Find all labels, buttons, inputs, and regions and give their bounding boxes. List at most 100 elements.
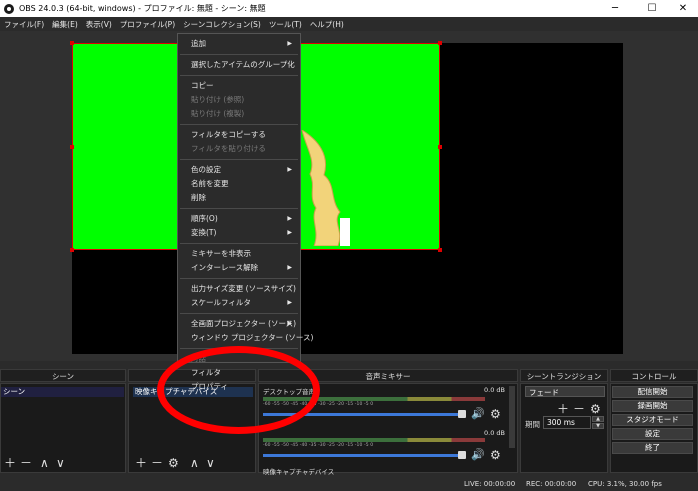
menu-separator bbox=[180, 243, 298, 244]
menu-file[interactable]: ファイル(F) bbox=[0, 19, 48, 30]
studio-mode-button[interactable]: スタジオモード bbox=[612, 414, 693, 426]
submenu-arrow-icon: ▶ bbox=[287, 40, 292, 47]
menu-profile[interactable]: プロファイル(P) bbox=[116, 19, 179, 30]
scene-list-item[interactable]: シーン bbox=[1, 387, 124, 397]
remove-source-button[interactable]: － bbox=[151, 457, 163, 469]
context-menu-item[interactable]: ミキサーを非表示 bbox=[178, 247, 300, 261]
context-menu-item[interactable]: インターレース解除 ▶ bbox=[178, 261, 300, 275]
speaker-icon[interactable]: 🔊 bbox=[471, 408, 485, 420]
controls-dock-title: コントロール bbox=[610, 369, 698, 382]
mixer-track-name: 映像キャプチャデバイス bbox=[263, 468, 335, 476]
resize-handle[interactable] bbox=[438, 41, 442, 45]
title-bar: OBS 24.0.3 (64-bit, windows) - プロファイル: 無… bbox=[0, 0, 698, 17]
context-menu-item[interactable]: ウィンドウ プロジェクター (ソース) bbox=[178, 331, 313, 345]
menu-separator bbox=[180, 54, 298, 55]
context-menu-item[interactable]: 選択したアイテムのグループ化 bbox=[178, 58, 300, 72]
menu-edit[interactable]: 編集(E) bbox=[48, 19, 82, 30]
resize-handle[interactable] bbox=[70, 145, 74, 149]
exit-button[interactable]: 終了 bbox=[612, 442, 693, 454]
context-menu-item[interactable]: コピー bbox=[178, 79, 300, 93]
context-menu-item[interactable]: 色の設定 ▶ bbox=[178, 163, 300, 177]
transition-select[interactable]: フェード bbox=[525, 386, 605, 397]
menu-separator bbox=[180, 159, 298, 160]
resize-handle[interactable] bbox=[438, 145, 442, 149]
menu-scene-collection[interactable]: シーンコレクション(S) bbox=[179, 19, 265, 30]
menu-view[interactable]: 表示(V) bbox=[82, 19, 116, 30]
move-down-icon[interactable]: ∨ bbox=[206, 457, 215, 469]
menu-separator bbox=[180, 208, 298, 209]
context-menu-item-label: スケールフィルタ bbox=[191, 298, 251, 307]
volume-meter bbox=[263, 438, 485, 442]
start-streaming-button[interactable]: 配信開始 bbox=[612, 386, 693, 398]
move-up-icon[interactable]: ∧ bbox=[190, 457, 199, 469]
remove-scene-button[interactable]: － bbox=[20, 457, 32, 469]
context-menu-item: 貼り付け (複製) bbox=[178, 107, 300, 121]
window-title: OBS 24.0.3 (64-bit, windows) - プロファイル: 無… bbox=[19, 4, 266, 13]
context-menu-item[interactable]: 変換(T) ▶ bbox=[178, 226, 300, 240]
context-menu-item[interactable]: スケールフィルタ ▶ bbox=[178, 296, 300, 310]
move-down-icon[interactable]: ∨ bbox=[56, 457, 65, 469]
add-scene-button[interactable]: ＋ bbox=[4, 457, 16, 469]
submenu-arrow-icon: ▶ bbox=[287, 320, 292, 327]
mixer-scrollbar[interactable] bbox=[509, 386, 515, 448]
add-transition-button[interactable]: ＋ bbox=[557, 403, 569, 415]
move-up-icon[interactable]: ∧ bbox=[40, 457, 49, 469]
menu-separator bbox=[180, 75, 298, 76]
menu-help[interactable]: ヘルプ(H) bbox=[306, 19, 348, 30]
volume-slider[interactable] bbox=[263, 454, 461, 457]
resize-handle[interactable] bbox=[438, 248, 442, 252]
context-menu-item-label: 貼り付け (参照) bbox=[191, 95, 245, 104]
context-menu-item[interactable]: 追加 ▶ bbox=[178, 37, 300, 51]
scenes-dock-title: シーン bbox=[0, 369, 126, 382]
context-menu-item-label: 追加 bbox=[191, 39, 206, 48]
volume-slider-knob[interactable] bbox=[458, 451, 466, 459]
add-source-button[interactable]: ＋ bbox=[135, 457, 147, 469]
context-menu-item-label: 選択したアイテムのグループ化 bbox=[191, 60, 295, 69]
submenu-arrow-icon: ▶ bbox=[287, 166, 292, 173]
menu-tools[interactable]: ツール(T) bbox=[265, 19, 306, 30]
speaker-icon[interactable]: 🔊 bbox=[471, 449, 485, 461]
volume-slider-knob[interactable] bbox=[458, 410, 466, 418]
context-menu-item-label: コピー bbox=[191, 81, 214, 90]
mixer-gear-icon[interactable]: ⚙ bbox=[490, 449, 501, 461]
duration-label: 期間 bbox=[525, 420, 540, 429]
status-bar: LIVE: 00:00:00 REC: 00:00:00 CPU: 3.1%, … bbox=[0, 478, 698, 491]
annotation-circle bbox=[157, 346, 320, 434]
rec-time: REC: 00:00:00 bbox=[526, 480, 577, 488]
context-menu-item-label: ミキサーを非表示 bbox=[191, 249, 251, 258]
context-menu-item-label: 順序(O) bbox=[191, 214, 218, 223]
transitions-dock-title: シーントランジション bbox=[520, 369, 608, 382]
mixer-track-db: 0.0 dB bbox=[484, 429, 505, 437]
submenu-arrow-icon: ▶ bbox=[287, 299, 292, 306]
context-menu-item[interactable]: 出力サイズ変更 (ソースサイズ) bbox=[178, 282, 300, 296]
menu-separator bbox=[180, 313, 298, 314]
settings-button[interactable]: 設定 bbox=[612, 428, 693, 440]
submenu-arrow-icon: ▶ bbox=[287, 215, 292, 222]
context-menu-item[interactable]: 全画面プロジェクター (ソース) ▶ bbox=[178, 317, 300, 331]
resize-handle[interactable] bbox=[70, 248, 74, 252]
mixer-gear-icon[interactable]: ⚙ bbox=[490, 408, 501, 420]
start-recording-button[interactable]: 録画開始 bbox=[612, 400, 693, 412]
resize-handle[interactable] bbox=[70, 41, 74, 45]
context-menu-item-label: 色の設定 bbox=[191, 165, 221, 174]
duration-input[interactable]: 300 ms bbox=[543, 416, 591, 429]
context-menu-item-label: インターレース解除 bbox=[191, 263, 259, 272]
context-menu-item[interactable]: 削除 bbox=[178, 191, 300, 205]
spin-up-icon[interactable]: ▲ bbox=[592, 416, 604, 422]
mixer-track-db: 0.0 dB bbox=[484, 386, 505, 394]
context-menu: 追加 ▶ 選択したアイテムのグループ化 コピー貼り付け (参照) 貼り付け (複製) フィ… bbox=[177, 33, 313, 391]
context-menu-item[interactable]: 順序(O) ▶ bbox=[178, 212, 300, 226]
spin-down-icon[interactable]: ▼ bbox=[592, 423, 604, 429]
maximize-button[interactable]: ☐ bbox=[637, 0, 667, 17]
remove-transition-button[interactable]: － bbox=[573, 403, 585, 415]
menu-bar: ファイル(F) 編集(E) 表示(V) プロファイル(P) シーンコレクション(… bbox=[0, 17, 698, 31]
context-menu-item-label: 全画面プロジェクター (ソース) bbox=[191, 319, 297, 328]
source-settings-gear-icon[interactable]: ⚙ bbox=[168, 457, 179, 469]
close-button[interactable]: ✕ bbox=[668, 0, 698, 17]
menu-separator bbox=[180, 124, 298, 125]
transition-gear-icon[interactable]: ⚙ bbox=[590, 403, 601, 415]
minimize-button[interactable]: ─ bbox=[600, 0, 630, 17]
context-menu-item-label: フィルタをコピーする bbox=[191, 130, 266, 139]
context-menu-item[interactable]: フィルタをコピーする bbox=[178, 128, 300, 142]
context-menu-item[interactable]: 名前を変更 bbox=[178, 177, 300, 191]
